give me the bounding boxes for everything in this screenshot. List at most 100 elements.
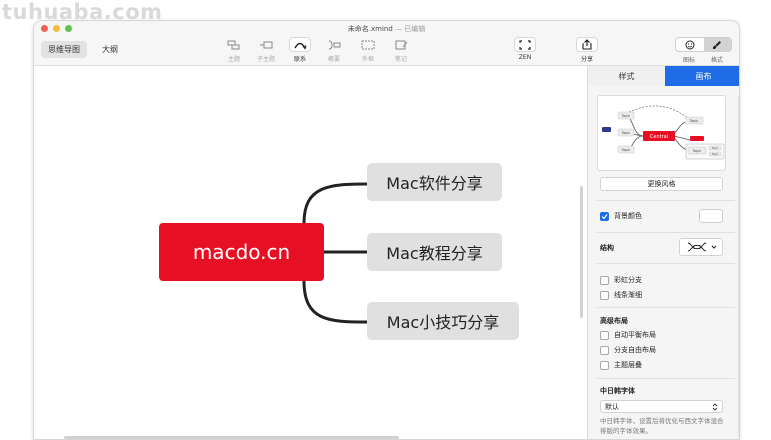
topic-overlap-option[interactable]: 主题层叠: [600, 360, 642, 370]
panel-toggle-labels: 图标 格式: [675, 55, 732, 64]
thumb-topic-label: Topic: [621, 114, 631, 118]
format-panel-label: 格式: [710, 57, 723, 64]
rainbow-branch-option[interactable]: 彩虹分支: [600, 275, 642, 285]
summary-icon: [323, 37, 345, 52]
structure-dropdown[interactable]: [679, 238, 723, 256]
thumb-topic-label: Topic: [621, 148, 631, 152]
summary-tool-label: 概要: [327, 56, 340, 63]
note-tool[interactable]: 笔记: [387, 37, 415, 63]
cjk-font-label: 中日韩字体: [600, 387, 635, 395]
tab-style[interactable]: 样式: [588, 66, 665, 86]
rainbow-branch-checkbox[interactable]: [600, 275, 609, 285]
share-tool-label: 分享: [580, 56, 593, 63]
format-panel-button[interactable]: [703, 38, 731, 51]
relationship-icon: [289, 37, 311, 52]
background-color-label: 背景颜色: [614, 212, 642, 220]
divider: [597, 263, 735, 264]
select-arrows-icon: [712, 402, 718, 411]
divider: [597, 200, 735, 201]
cjk-font-select[interactable]: 默认: [600, 400, 723, 413]
app-window: 未命名.xmind — 已编辑 思维导图 大纲 主题 子主题 联系 概要 外框 …: [33, 20, 740, 440]
topic-tool-label: 主题: [227, 56, 240, 63]
summary-tool[interactable]: 概要: [320, 37, 348, 63]
canvas-vertical-scrollbar[interactable]: [580, 186, 583, 318]
window-title: 未命名.xmind — 已编辑: [34, 24, 739, 34]
divider: [597, 378, 735, 379]
subtopic-software-sharing[interactable]: Mac软件分享: [367, 163, 502, 201]
structure-icon: [687, 242, 706, 252]
boundary-icon: [357, 37, 379, 52]
rainbow-branch-label: 彩虹分支: [614, 276, 642, 284]
divider: [597, 307, 735, 308]
icons-panel-label: 图标: [682, 57, 695, 64]
line-gradient-option[interactable]: 线条渐细: [600, 290, 642, 300]
brush-icon: [713, 40, 722, 49]
advanced-layout-label: 高级布局: [600, 317, 628, 325]
zen-tool[interactable]: ZEN: [511, 37, 539, 61]
line-gradient-label: 线条渐细: [614, 291, 642, 299]
background-color-checkbox[interactable]: [600, 211, 609, 221]
view-mode-switch: 思维导图 大纲: [41, 41, 125, 58]
format-sidebar: 样式 画布 Central Topic Topic Topic Topic To…: [587, 66, 739, 439]
subtopic-icon: [255, 37, 277, 52]
background-color-option[interactable]: 背景颜色: [600, 211, 642, 221]
boundary-tool-label: 外框: [361, 56, 374, 63]
theme-thumbnail[interactable]: Central Topic Topic Topic Topic Topic To…: [597, 95, 726, 171]
outline-mode-button[interactable]: 大纲: [95, 41, 125, 58]
relationship-tool[interactable]: 联系: [286, 37, 314, 63]
theme-preview-image: Central Topic Topic Topic Topic Topic To…: [602, 105, 725, 160]
thumb-topic-label: Topic: [692, 149, 702, 153]
checkmark-icon: [601, 213, 608, 219]
central-topic[interactable]: macdo.cn: [159, 223, 324, 281]
topic-tool[interactable]: 主题: [220, 37, 248, 63]
line-gradient-checkbox[interactable]: [600, 290, 609, 300]
boundary-tool[interactable]: 外框: [354, 37, 382, 63]
share-icon: [576, 37, 598, 52]
topic-overlap-label: 主题层叠: [614, 361, 642, 369]
watermark: tuhuaba.com: [2, 0, 163, 24]
subtopic-tool-label: 子主题: [256, 56, 275, 63]
thumb-central-label: Central: [650, 134, 668, 140]
auto-balance-option[interactable]: 自动平衡布局: [600, 330, 656, 340]
zen-tool-label: ZEN: [518, 54, 532, 61]
tab-canvas[interactable]: 画布: [665, 66, 739, 86]
mindmap-canvas[interactable]: macdo.cn Mac软件分享 Mac教程分享 Mac小技巧分享: [34, 66, 583, 439]
canvas-horizontal-scrollbar[interactable]: [64, 436, 399, 439]
cjk-font-hint: 中日韩字体，设置后将优化与西文字体混合排版的字体效果。: [600, 417, 724, 435]
background-color-swatch[interactable]: [699, 209, 723, 223]
thumb-topic-label: Topic: [712, 146, 719, 150]
relationship-tool-label: 联系: [293, 56, 306, 63]
free-branch-checkbox[interactable]: [600, 345, 609, 355]
connector-branch-1: [302, 182, 368, 224]
panel-toggle: [675, 37, 732, 52]
cjk-font-value: 默认: [605, 402, 619, 411]
note-tool-label: 笔记: [394, 56, 407, 63]
titlebar: 未命名.xmind — 已编辑 思维导图 大纲 主题 子主题 联系 概要 外框 …: [34, 21, 739, 66]
sidebar-tabs: 样式 画布: [588, 66, 739, 86]
free-branch-option[interactable]: 分支自由布局: [600, 345, 656, 355]
smiley-icon: [685, 40, 695, 49]
title-separator: —: [392, 25, 405, 33]
note-icon: [390, 37, 412, 52]
thumb-topic-label: Topic: [712, 152, 719, 156]
topic-overlap-checkbox[interactable]: [600, 360, 609, 370]
document-name: 未命名.xmind: [347, 25, 393, 33]
divider: [597, 232, 735, 233]
share-tool[interactable]: 分享: [573, 37, 601, 63]
edit-status: 已编辑: [404, 25, 426, 33]
topic-icon: [223, 37, 245, 52]
subtopic-tips-sharing[interactable]: Mac小技巧分享: [367, 302, 519, 340]
connector-branch-3: [302, 280, 368, 324]
subtopic-tutorial-sharing[interactable]: Mac教程分享: [367, 233, 502, 271]
change-style-button[interactable]: 更换风格: [600, 177, 723, 191]
icons-panel-button[interactable]: [676, 38, 704, 51]
structure-label: 结构: [600, 244, 614, 252]
sidebar-scrollbar[interactable]: [738, 96, 739, 436]
subtopic-tool[interactable]: 子主题: [252, 37, 280, 63]
thumb-topic-label: Topic: [621, 131, 631, 135]
chevron-down-icon: [711, 245, 716, 249]
thumb-topic-label: Topic: [689, 119, 699, 123]
mindmap-mode-button[interactable]: 思维导图: [41, 41, 87, 58]
auto-balance-checkbox[interactable]: [600, 330, 609, 340]
fullscreen-icon: [514, 37, 536, 52]
